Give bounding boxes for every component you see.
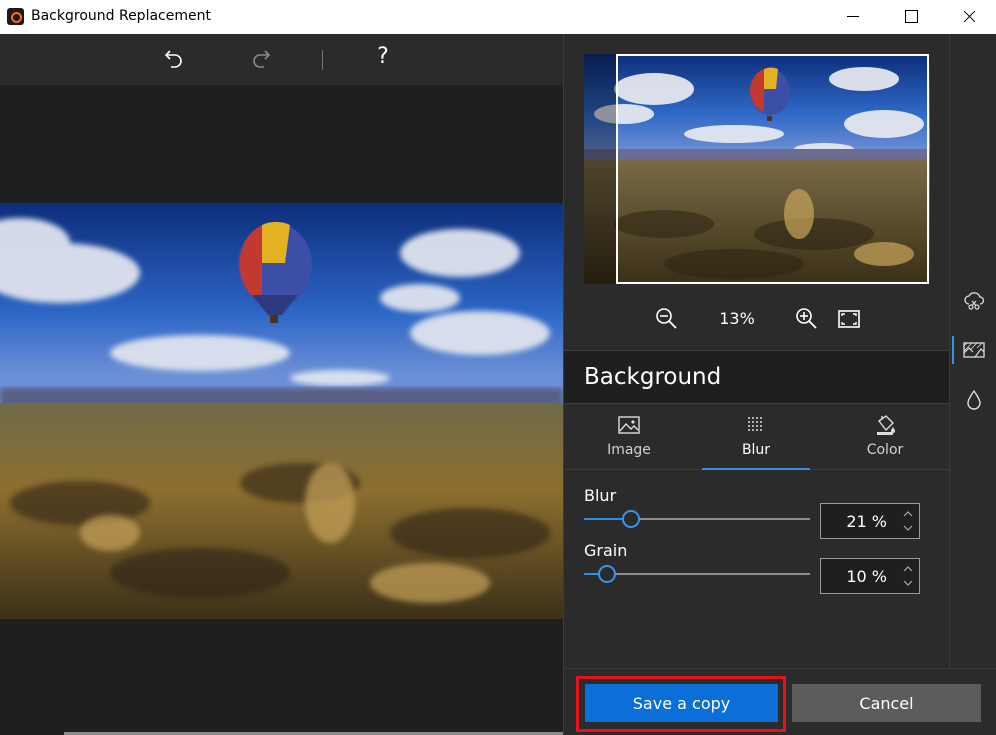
grain-slider-label: Grain bbox=[584, 541, 628, 560]
zoom-in-icon[interactable] bbox=[794, 306, 820, 332]
blur-slider[interactable] bbox=[584, 510, 810, 528]
undo-icon[interactable] bbox=[162, 46, 188, 72]
toolbar-divider bbox=[322, 50, 323, 70]
blur-value: 21 % bbox=[846, 512, 887, 531]
zoom-out-icon[interactable] bbox=[654, 306, 680, 332]
zoom-level: 13% bbox=[719, 309, 755, 328]
close-button[interactable] bbox=[940, 0, 996, 34]
chevron-down-icon[interactable] bbox=[901, 576, 915, 590]
grain-slider-row: Grain 10 % bbox=[584, 541, 930, 596]
rail-active-indicator bbox=[952, 336, 954, 364]
thumbnail-offscreen-shade bbox=[584, 54, 616, 284]
background-replace-icon[interactable] bbox=[962, 338, 986, 362]
blur-slider-row: Blur 21 % bbox=[584, 486, 930, 541]
tab-color-label: Color bbox=[866, 442, 904, 458]
app-logo-icon bbox=[7, 8, 24, 25]
side-panel: 13% Background Image Blur Color Blur 21 … bbox=[563, 34, 950, 668]
chevron-up-icon[interactable] bbox=[901, 507, 915, 521]
grain-slider[interactable] bbox=[584, 565, 810, 583]
help-icon[interactable]: ? bbox=[371, 44, 395, 69]
viewport-frame[interactable] bbox=[616, 54, 929, 284]
canvas-area bbox=[0, 85, 563, 735]
app-window: Background Replacement ? 13% Background … bbox=[0, 0, 996, 735]
section-title: Background bbox=[584, 364, 722, 390]
fit-to-screen-icon[interactable] bbox=[836, 306, 862, 332]
background-tabs: Image Blur Color bbox=[564, 404, 950, 470]
background-section-header: Background bbox=[564, 350, 950, 404]
grain-value: 10 % bbox=[846, 567, 887, 586]
tab-blur[interactable]: Blur bbox=[702, 404, 810, 470]
paint-bucket-icon bbox=[877, 415, 895, 435]
save-a-copy-button[interactable]: Save a copy bbox=[585, 684, 778, 722]
redo-icon[interactable] bbox=[247, 46, 273, 72]
grain-value-spinbox[interactable]: 10 % bbox=[820, 558, 920, 594]
main-photo bbox=[0, 203, 563, 619]
zoom-controls: 13% bbox=[564, 304, 950, 334]
tab-image-label: Image bbox=[607, 442, 651, 458]
droplet-icon[interactable] bbox=[962, 388, 986, 412]
editor-toolbar: ? bbox=[0, 34, 563, 85]
grain-slider-thumb[interactable] bbox=[597, 565, 616, 583]
tab-image[interactable]: Image bbox=[575, 404, 683, 470]
chevron-down-icon[interactable] bbox=[901, 521, 915, 535]
tab-blur-label: Blur bbox=[741, 442, 771, 458]
blur-value-spinbox[interactable]: 21 % bbox=[820, 503, 920, 539]
cloud-scissors-icon[interactable] bbox=[962, 288, 986, 312]
footer-actions: Save a copy Cancel bbox=[563, 668, 996, 735]
blur-grid-icon bbox=[748, 417, 762, 431]
blur-slider-label: Blur bbox=[584, 486, 617, 505]
minimize-button[interactable] bbox=[824, 0, 882, 34]
tool-rail bbox=[949, 34, 996, 668]
navigator-thumbnail[interactable] bbox=[584, 54, 930, 284]
chevron-up-icon[interactable] bbox=[901, 562, 915, 576]
blur-slider-thumb[interactable] bbox=[622, 510, 641, 528]
tab-color[interactable]: Color bbox=[831, 404, 939, 470]
image-icon bbox=[618, 416, 640, 434]
window-title: Background Replacement bbox=[31, 8, 211, 24]
cancel-button[interactable]: Cancel bbox=[792, 684, 981, 722]
maximize-button[interactable] bbox=[882, 0, 940, 34]
title-bar: Background Replacement bbox=[0, 0, 996, 34]
